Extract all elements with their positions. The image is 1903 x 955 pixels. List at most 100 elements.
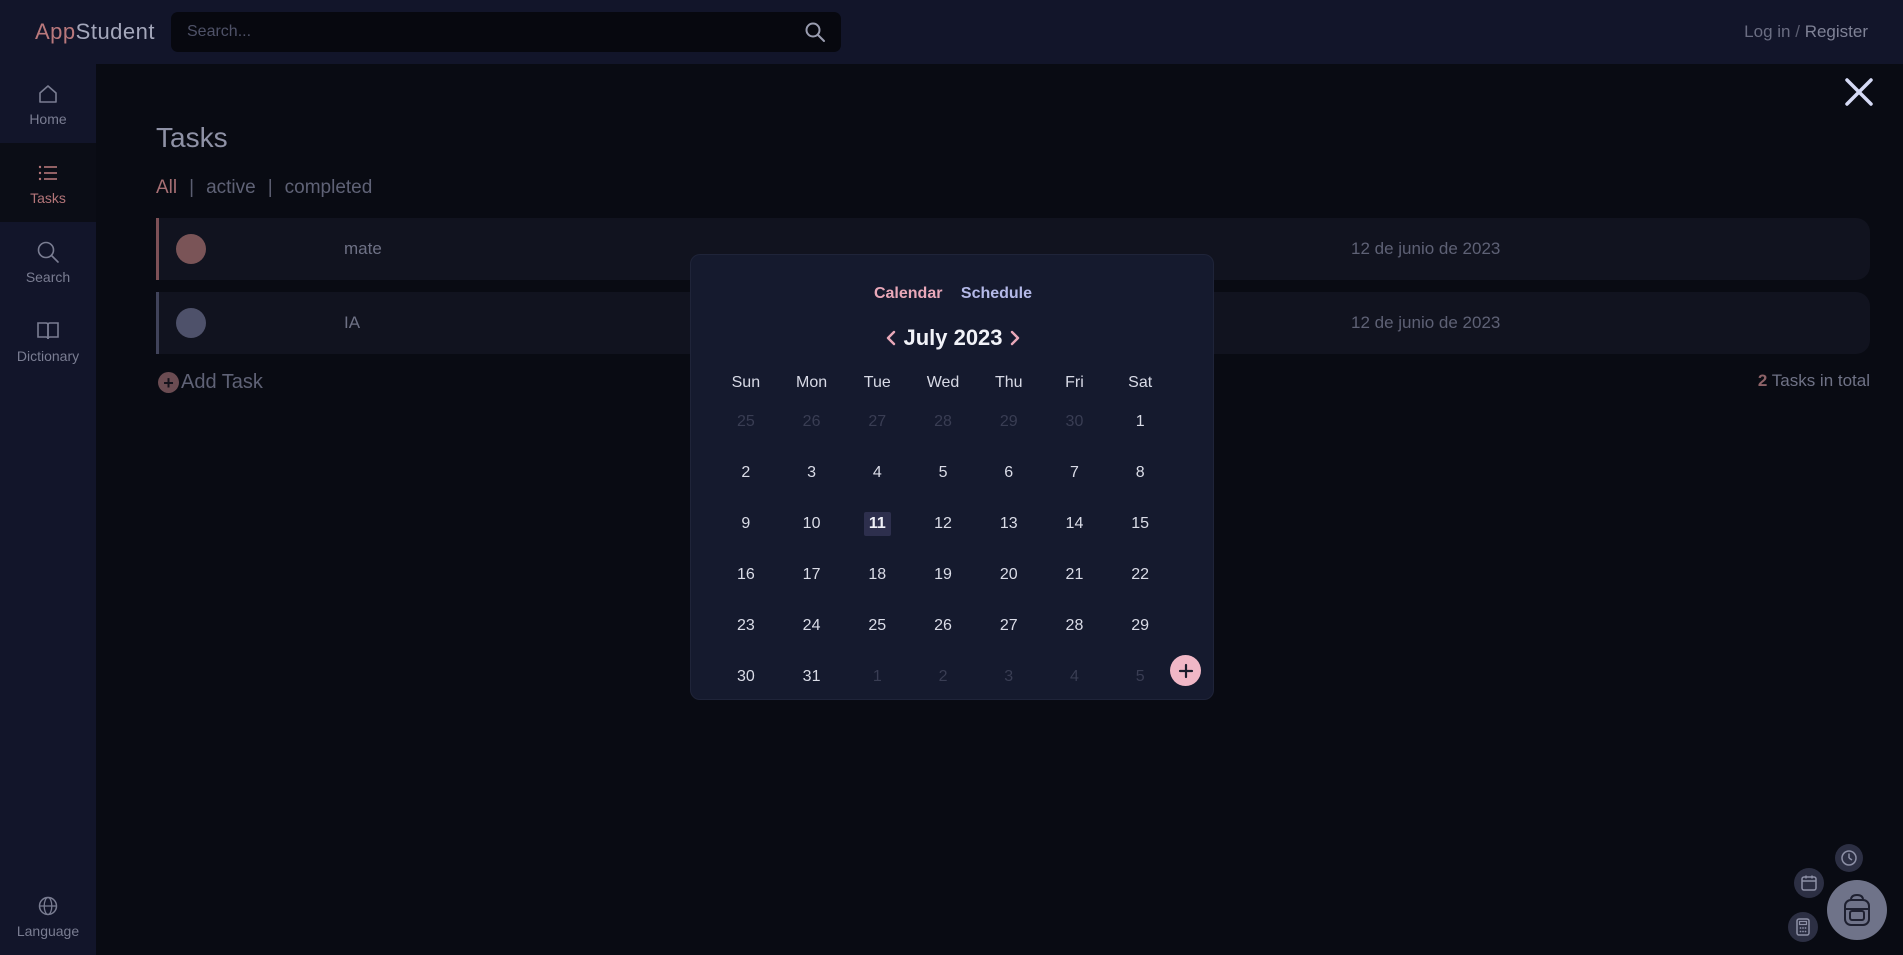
filter-active[interactable]: active (206, 177, 256, 199)
calendar-day[interactable]: 3 (976, 665, 1042, 689)
calendar-day[interactable]: 10 (779, 512, 845, 536)
calendar-day-today[interactable]: 11 (844, 512, 910, 536)
add-task-button[interactable]: + Add Task (158, 371, 263, 394)
calendar-day[interactable]: 27 (844, 410, 910, 434)
calendar-header: July 2023 (691, 325, 1215, 351)
calendar-day[interactable]: 16 (713, 563, 779, 587)
app-logo[interactable]: AppStudent (35, 19, 155, 45)
task-checkbox[interactable] (176, 308, 206, 338)
task-checkbox[interactable] (176, 234, 206, 264)
book-icon (36, 318, 60, 344)
search-input[interactable] (171, 12, 771, 52)
sidebar: Home Tasks Search Dictionary Language (0, 64, 96, 955)
calendar-day[interactable]: 23 (713, 614, 779, 638)
filter-separator: | (189, 177, 195, 198)
sidebar-item-dictionary[interactable]: Dictionary (0, 301, 96, 380)
sidebar-item-search[interactable]: Search (0, 222, 96, 301)
calculator-widget-button[interactable] (1788, 912, 1818, 942)
task-name: IA (344, 313, 361, 332)
calendar-day[interactable]: 2 (910, 665, 976, 689)
logo-prefix: App (35, 19, 76, 44)
calendar-day[interactable]: 5 (910, 461, 976, 485)
calendar-modal: Calendar Schedule July 2023 Sun Mon Tue … (690, 254, 1214, 700)
calendar-day[interactable]: 26 (910, 614, 976, 638)
login-link[interactable]: Log in (1744, 22, 1790, 41)
calendar-day[interactable]: 28 (1042, 614, 1108, 638)
calendar-day[interactable]: 13 (976, 512, 1042, 536)
filter-completed[interactable]: completed (285, 177, 373, 199)
chevron-right-icon[interactable] (1009, 330, 1021, 346)
sidebar-item-language[interactable]: Language (0, 876, 96, 955)
calendar-day[interactable]: 21 (1042, 563, 1108, 587)
calendar-day[interactable]: 17 (779, 563, 845, 587)
add-event-button[interactable] (1170, 655, 1201, 686)
calendar-day[interactable]: 4 (1042, 665, 1108, 689)
search-icon[interactable] (804, 21, 826, 48)
auth-separator: / (1795, 22, 1800, 41)
sidebar-item-label: Home (29, 110, 67, 127)
search-icon (36, 239, 60, 265)
weekday-label: Mon (796, 374, 828, 391)
calendar-day[interactable]: 6 (976, 461, 1042, 485)
calendar-day[interactable]: 25 (713, 410, 779, 434)
calendar-day[interactable]: 27 (976, 614, 1042, 638)
calendar-week: 9 10 11 12 13 14 15 (713, 512, 1173, 563)
calendar-day[interactable]: 3 (779, 461, 845, 485)
calendar-day[interactable]: 24 (779, 614, 845, 638)
calendar-day[interactable]: 14 (1042, 512, 1108, 536)
calendar-tabs: Calendar Schedule (691, 285, 1215, 303)
close-icon[interactable] (1843, 76, 1875, 113)
tasks-total-label: Tasks in total (1771, 371, 1870, 390)
tab-calendar[interactable]: Calendar (874, 285, 942, 302)
calendar-day[interactable]: 25 (844, 614, 910, 638)
calendar-day[interactable]: 1 (1107, 410, 1173, 434)
tasks-total-count: 2 (1757, 371, 1768, 390)
weekday-label: Thu (994, 374, 1023, 391)
calendar-day[interactable]: 12 (910, 512, 976, 536)
task-name: mate (344, 239, 382, 258)
sidebar-item-tasks[interactable]: Tasks (0, 143, 96, 222)
weekday-label: Tue (863, 374, 891, 391)
calendar-widget-button[interactable] (1794, 868, 1824, 898)
sidebar-item-home[interactable]: Home (0, 64, 96, 143)
chevron-left-icon[interactable] (885, 330, 897, 346)
calendar-day[interactable]: 18 (844, 563, 910, 587)
calendar-week: 25 26 27 28 29 30 1 (713, 410, 1173, 461)
calendar-week: 30 31 1 2 3 4 5 (713, 665, 1173, 716)
clock-widget-button[interactable] (1835, 844, 1863, 872)
calendar-day[interactable]: 8 (1107, 461, 1173, 485)
calendar-day[interactable]: 9 (713, 512, 779, 536)
calendar-day[interactable]: 28 (910, 410, 976, 434)
calendar-day[interactable]: 29 (976, 410, 1042, 434)
filter-all[interactable]: All (156, 177, 177, 199)
weekday-header: Sun Mon Tue Wed Thu Fri Sat (713, 374, 1173, 392)
calendar-day[interactable]: 30 (1042, 410, 1108, 434)
logo-suffix: Student (75, 19, 155, 44)
calendar-day[interactable]: 30 (713, 665, 779, 689)
plus-icon (1178, 663, 1193, 678)
calendar-day[interactable]: 15 (1107, 512, 1173, 536)
calendar-day[interactable]: 19 (910, 563, 976, 587)
backpack-toggle-button[interactable] (1827, 880, 1887, 940)
sidebar-item-label: Tasks (30, 189, 66, 206)
calendar-icon (1801, 875, 1817, 891)
clock-icon (1841, 850, 1857, 866)
calendar-day[interactable]: 4 (844, 461, 910, 485)
calendar-week: 16 17 18 19 20 21 22 (713, 563, 1173, 614)
calendar-day[interactable]: 2 (713, 461, 779, 485)
tab-schedule[interactable]: Schedule (961, 285, 1032, 302)
calendar-day[interactable]: 7 (1042, 461, 1108, 485)
calendar-day[interactable]: 5 (1107, 665, 1173, 689)
weekday-label: Wed (926, 374, 960, 391)
calendar-day[interactable]: 29 (1107, 614, 1173, 638)
calendar-day[interactable]: 31 (779, 665, 845, 689)
plus-icon: + (158, 372, 179, 393)
search-bar (171, 12, 841, 52)
register-link[interactable]: Register (1805, 22, 1868, 41)
calendar-week: 2 3 4 5 6 7 8 (713, 461, 1173, 512)
calendar-day[interactable]: 20 (976, 563, 1042, 587)
calendar-day[interactable]: 22 (1107, 563, 1173, 587)
sidebar-item-label: Dictionary (16, 347, 80, 364)
calendar-day[interactable]: 1 (844, 665, 910, 689)
calendar-day[interactable]: 26 (779, 410, 845, 434)
